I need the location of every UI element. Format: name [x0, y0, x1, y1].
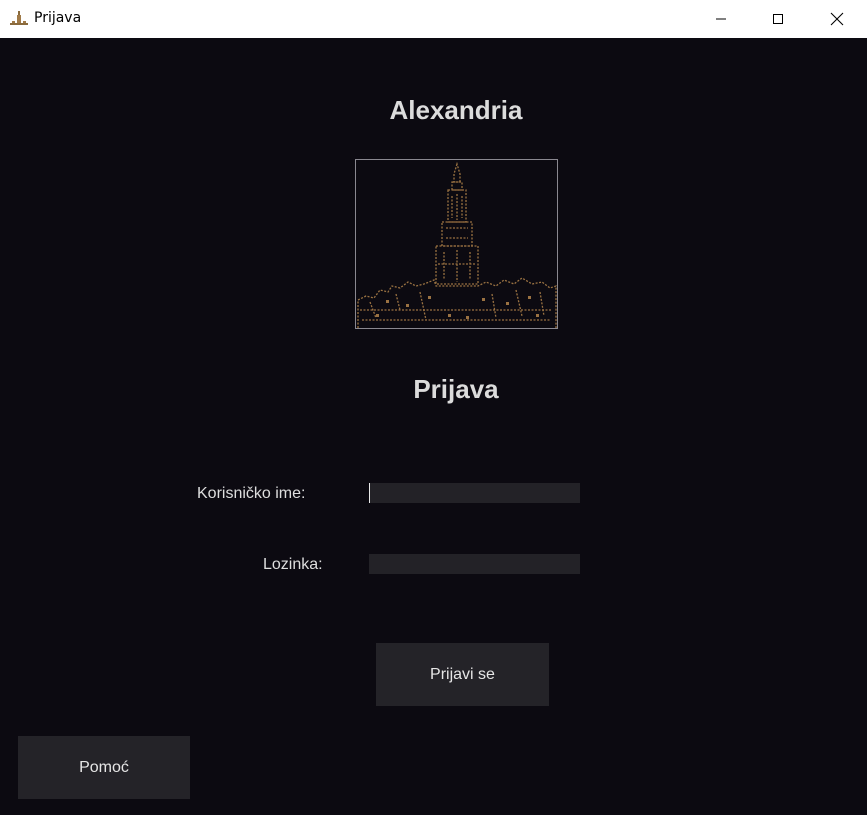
close-button[interactable] [808, 0, 866, 38]
maximize-button[interactable] [749, 0, 807, 38]
login-button[interactable]: Prijavi se [376, 643, 549, 706]
password-input[interactable] [369, 554, 580, 574]
login-title: Prijava [413, 374, 499, 404]
app-name-heading: Alexandria [389, 95, 523, 125]
tower-icon [10, 11, 28, 25]
minimize-button[interactable] [692, 0, 750, 38]
cathedral-tower-logo [357, 161, 557, 328]
username-input[interactable] [369, 483, 580, 503]
title-bar: Prijava [0, 0, 867, 38]
help-button[interactable]: Pomoć [18, 736, 190, 799]
logo-image [355, 159, 558, 329]
username-label: Korisničko ime: [197, 485, 306, 502]
maximize-icon [773, 14, 783, 24]
close-icon [830, 12, 844, 26]
password-label: Lozinka: [263, 556, 323, 573]
window-title: Prijava [34, 10, 82, 26]
login-window: Prijava Alexandria Prijava Korisničko im… [0, 0, 867, 815]
minimize-icon [716, 18, 726, 20]
